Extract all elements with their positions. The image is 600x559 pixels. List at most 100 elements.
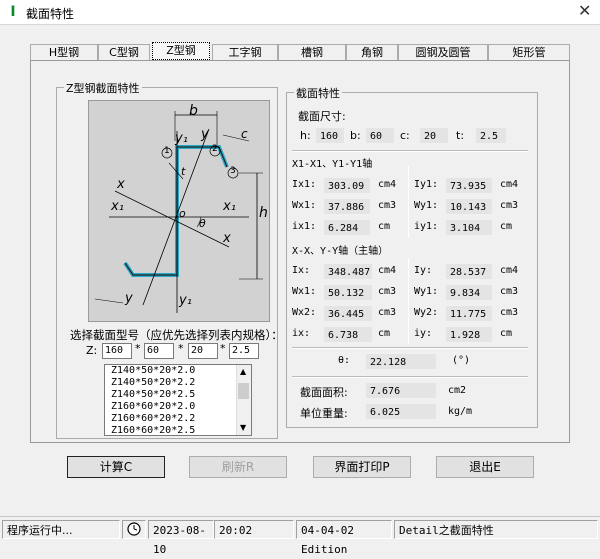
rx1-key: ix1:	[292, 221, 317, 232]
origin-label: o	[179, 207, 186, 220]
ix1-value: 303.09	[324, 178, 370, 193]
tab-angle[interactable]: 角钢	[346, 44, 398, 60]
area-value: 7.676	[366, 383, 436, 398]
star-sep-2: *	[178, 342, 184, 355]
wx2-key: Wx2:	[292, 307, 317, 318]
dim-b-value: 60	[366, 128, 394, 143]
axis-x1-label-2: x₁	[223, 199, 236, 214]
status-edition: 04-04-02 Edition	[296, 520, 392, 556]
status-time: 20:02	[214, 520, 294, 539]
list-item[interactable]: Z160*60*20*2.2	[105, 413, 251, 425]
dim-h-key: h:	[300, 129, 311, 142]
iy1-unit: cm4	[500, 179, 519, 190]
wy2-key: Wy2:	[414, 307, 439, 318]
wy1-main-key: Wy1:	[414, 286, 439, 297]
input-t[interactable]: 2.5	[229, 343, 259, 359]
wy2-unit: cm3	[500, 307, 519, 318]
z-label: Z:	[86, 344, 98, 357]
status-state: 程序运行中...	[2, 520, 120, 539]
list-item[interactable]: Z160*60*20*2.5	[105, 425, 251, 435]
ry-key: iy:	[414, 328, 433, 339]
wx1-main-unit: cm3	[378, 286, 397, 297]
scroll-thumb[interactable]	[238, 383, 249, 399]
list-item[interactable]: Z140*50*20*2.5	[105, 389, 251, 401]
dim-h-value: 160	[316, 128, 344, 143]
dim-c-value: 20	[420, 128, 448, 143]
dim-b-label: b	[189, 103, 198, 119]
rx-value: 6.738	[324, 327, 372, 342]
title-bar: I 截面特性 ✕	[0, 0, 600, 25]
theta-label: θ	[199, 217, 206, 230]
calc-button[interactable]: 计算C	[67, 456, 165, 478]
rx-unit: cm	[378, 328, 391, 339]
list-scrollbar[interactable]: ▲ ▼	[236, 365, 251, 435]
close-icon[interactable]: ✕	[578, 2, 591, 20]
point-2-label: 2	[212, 144, 218, 154]
tab-h-steel[interactable]: H型钢	[30, 44, 98, 60]
tab-i-beam[interactable]: 工字钢	[212, 44, 278, 60]
sec1-title: X1-X1、Y1-Y1轴	[292, 159, 373, 170]
select-section-label: 选择截面型号（应优先选择列表内规格）：	[70, 328, 283, 342]
clock-icon	[127, 522, 141, 536]
scroll-down-icon[interactable]: ▼	[240, 423, 246, 432]
dim-c-key: c:	[400, 129, 410, 142]
ix-value: 348.487	[324, 264, 372, 279]
tab-c-steel[interactable]: C型钢	[98, 44, 150, 60]
tab-round[interactable]: 圆钢及圆管	[398, 44, 488, 60]
app-icon: I	[10, 4, 16, 20]
star-sep-3: *	[220, 342, 226, 355]
weight-value: 6.025	[366, 404, 436, 419]
wx2-unit: cm3	[378, 307, 397, 318]
column-divider	[408, 258, 409, 344]
wy1-value: 10.143	[446, 199, 492, 214]
star-sep-1: *	[135, 342, 141, 355]
theta-key: θ:	[338, 355, 351, 366]
axis-y1-label: y₁	[175, 131, 188, 146]
iy1-value: 73.935	[446, 178, 492, 193]
tab-rect-tube[interactable]: 矩形管	[488, 44, 570, 60]
sec2-title: X-X、Y-Y轴（主轴）	[292, 246, 389, 257]
status-bar: 程序运行中... 2023-08-10 20:02 04-04-02 Editi…	[0, 516, 600, 556]
status-date: 2023-08-10	[148, 520, 214, 556]
weight-unit: kg/m	[448, 406, 473, 417]
dim-t-label: t	[181, 165, 186, 178]
wx1-unit: cm3	[378, 200, 397, 211]
ry-value: 1.928	[446, 327, 492, 342]
ry1-value: 3.104	[446, 220, 492, 235]
window-title: 截面特性	[26, 7, 75, 21]
input-h[interactable]: 160	[102, 343, 132, 359]
axis-y-label: y	[201, 127, 209, 142]
dim-b-key: b:	[350, 129, 361, 142]
status-clock-box	[122, 520, 146, 539]
list-item[interactable]: Z140*50*20*2.0	[105, 365, 251, 377]
divider	[292, 376, 528, 378]
point-1-label: 1	[164, 146, 170, 156]
list-item[interactable]: Z160*60*20*2.0	[105, 401, 251, 413]
axis-x-label: x	[117, 177, 125, 192]
wy1-main-value: 9.834	[446, 285, 492, 300]
wy1-unit: cm3	[500, 200, 519, 211]
theta-value: 22.128	[366, 354, 436, 369]
theta-unit: (°)	[452, 355, 471, 366]
section-list[interactable]: Z140*50*20*2.0 Z140*50*20*2.2 Z140*50*20…	[104, 364, 252, 436]
ry-unit: cm	[500, 328, 513, 339]
weight-key: 单位重量:	[300, 407, 348, 420]
scroll-up-icon[interactable]: ▲	[240, 367, 246, 376]
ry1-key: iy1:	[414, 221, 439, 232]
input-c[interactable]: 20	[188, 343, 218, 359]
wy2-value: 11.775	[446, 306, 492, 321]
wx2-value: 36.445	[324, 306, 372, 321]
refresh-button[interactable]: 刷新R	[189, 456, 287, 478]
tab-z-steel[interactable]: Z型钢	[152, 42, 210, 60]
dim-c-label: c	[241, 127, 248, 141]
print-button[interactable]: 界面打印P	[313, 456, 411, 478]
axis-y-label-2: y	[125, 291, 133, 306]
tab-channel[interactable]: 槽钢	[278, 44, 346, 60]
input-b[interactable]: 60	[144, 343, 174, 359]
list-item[interactable]: Z140*50*20*2.2	[105, 377, 251, 389]
area-key: 截面面积:	[300, 386, 348, 399]
iy1-key: Iy1:	[414, 179, 439, 190]
exit-button[interactable]: 退出E	[436, 456, 534, 478]
divider	[292, 347, 528, 349]
ix-key: Ix:	[292, 265, 311, 276]
